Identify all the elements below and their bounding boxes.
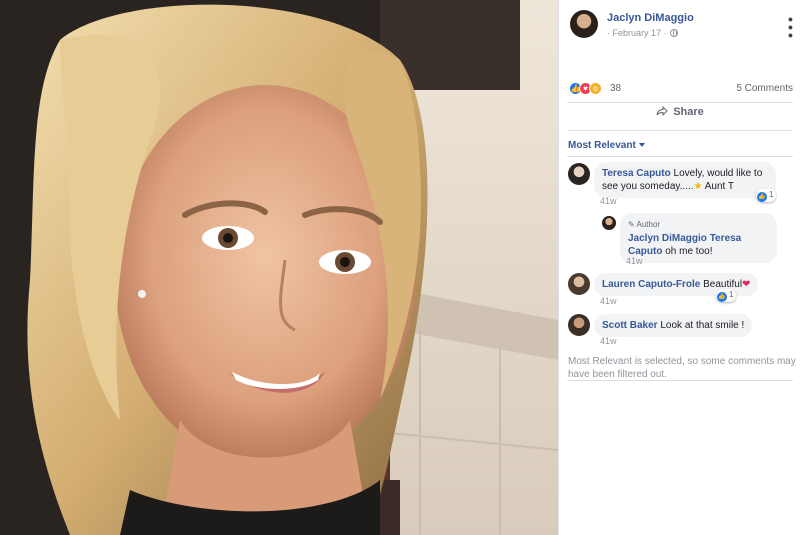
globe-icon <box>669 29 678 37</box>
post-sidebar: Jaclyn DiMaggio · February 17 · • • • 👍 … <box>558 0 800 535</box>
comment-bubble: Scott Baker Look at that smile ! <box>594 314 753 337</box>
share-icon <box>656 106 668 116</box>
divider <box>567 102 793 103</box>
reply-author-avatar[interactable] <box>602 216 616 230</box>
comment-reply: ✎ Author Jaclyn DiMaggio Teresa Caputo o… <box>559 210 800 266</box>
comment-item: Lauren Caputo-Frole Beautiful❤ 👍 1 41w <box>559 270 800 310</box>
commenter-name[interactable]: Jaclyn DiMaggio <box>628 233 707 244</box>
more-icon[interactable]: • • • <box>788 12 797 42</box>
share-button[interactable]: Share <box>567 106 793 128</box>
commenter-avatar[interactable] <box>568 163 590 185</box>
post-date: · February 17 · <box>607 28 678 38</box>
comment-text-suffix: Aunt T <box>702 181 735 192</box>
commenter-avatar[interactable] <box>568 314 590 336</box>
pencil-icon: ✎ <box>628 220 635 229</box>
comment-reaction-count: 1 <box>729 290 734 299</box>
commenter-name[interactable]: Lauren Caputo-Frole <box>602 279 700 290</box>
comment-reactions-badge[interactable]: 👍 1 <box>716 289 737 302</box>
heart-icon: ❤ <box>742 279 751 290</box>
comment-text: oh me too! <box>662 246 713 257</box>
author-avatar[interactable] <box>570 10 598 38</box>
post-photo[interactable] <box>0 0 558 535</box>
comment-item: Scott Baker Look at that smile ! 41w <box>559 311 800 351</box>
facebook-photo-viewer: Jaclyn DiMaggio · February 17 · • • • 👍 … <box>0 0 800 535</box>
reply-bubble: ✎ Author Jaclyn DiMaggio Teresa Caputo o… <box>620 213 777 263</box>
comment-timestamp[interactable]: 41w <box>600 196 617 206</box>
sort-label: Most Relevant <box>568 140 636 151</box>
like-icon: 👍 <box>757 192 767 202</box>
share-label: Share <box>673 106 704 118</box>
star-icon: ★ <box>693 181 703 192</box>
comment-timestamp[interactable]: 41w <box>600 336 617 346</box>
reaction-count[interactable]: 38 <box>610 83 621 94</box>
divider <box>567 380 793 381</box>
comment-timestamp[interactable]: 41w <box>600 296 617 306</box>
author-badge: ✎ Author <box>628 218 769 231</box>
divider <box>567 130 793 131</box>
comment-item: Teresa Caputo Lovely, would like to see … <box>559 160 800 210</box>
comment-text: Look at that smile ! <box>657 320 745 331</box>
post-date-text[interactable]: · February 17 · <box>607 28 667 38</box>
commenter-name[interactable]: Scott Baker <box>602 320 658 331</box>
divider <box>567 156 793 157</box>
comment-bubble: Teresa Caputo Lovely, would like to see … <box>594 162 776 198</box>
wow-reaction-icon[interactable]: o <box>589 82 602 95</box>
author-badge-label: Author <box>636 220 661 229</box>
sort-comments-dropdown[interactable]: Most Relevant <box>568 140 645 151</box>
comment-timestamp[interactable]: 41w <box>626 256 643 266</box>
author-name[interactable]: Jaclyn DiMaggio <box>607 12 694 24</box>
post-header: Jaclyn DiMaggio · February 17 · • • • <box>569 10 797 42</box>
wow-face-icon: o <box>593 84 598 93</box>
commenter-avatar[interactable] <box>568 273 590 295</box>
reactions-bar: 👍 ♥ o 38 5 Comments <box>569 80 793 98</box>
like-icon: 👍 <box>717 292 727 302</box>
filter-note: Most Relevant is selected, so some comme… <box>568 356 796 380</box>
comment-reactions-badge[interactable]: 👍 1 <box>756 189 777 202</box>
comment-reaction-count: 1 <box>769 190 774 199</box>
comments-count-link[interactable]: 5 Comments <box>736 83 793 94</box>
commenter-name[interactable]: Teresa Caputo <box>602 168 671 179</box>
selfie-photo-illustration <box>0 0 558 535</box>
caret-down-icon <box>638 143 645 147</box>
